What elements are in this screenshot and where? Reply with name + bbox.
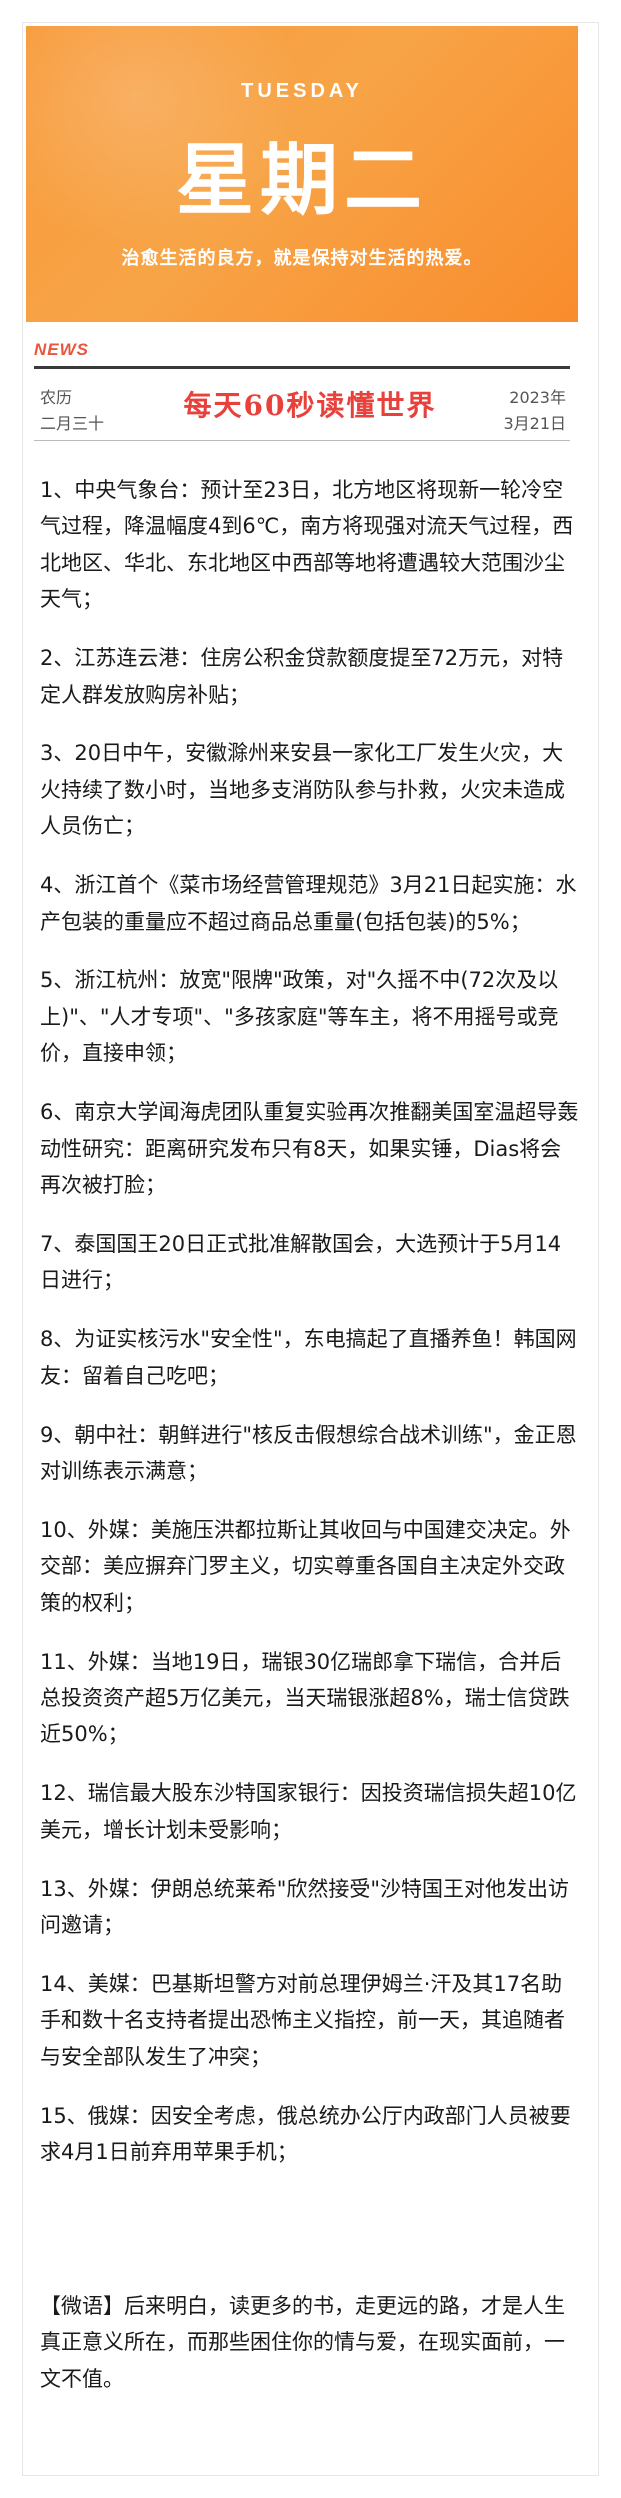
lunar-date-block: 农历 二月三十 (40, 385, 140, 437)
header-rule-bottom (34, 440, 570, 441)
news-item-3: 3、20日中午，安徽滁州来安县一家化工厂发生火灾，大火持续了数小时，当地多支消防… (40, 741, 565, 839)
news-item-10: 10、外媒：美施压洪都拉斯让其收回与中国建交决定。外交部：美应摒弃门罗主义，切实… (40, 1517, 571, 1615)
weekday-english: TUESDAY (241, 80, 363, 102)
news-item-12: 12、瑞信最大股东沙特国家银行：因投资瑞信损失超10亿美元，增长计划未受影响； (40, 1781, 577, 1842)
lunar-date: 二月三十 (40, 414, 105, 433)
header-banner: TUESDAY 星期二 治愈生活的良方，就是保持对生活的热爱。 (26, 26, 578, 322)
news-item-6: 6、南京大学闻海虎团队重复实验再次推翻美国室温超导轰动性研究：距离研究发布只有8… (40, 1100, 579, 1197)
page: TUESDAY 星期二 治愈生活的良方，就是保持对生活的热爱。 NEWS 农历 … (0, 0, 621, 2498)
gregorian-date-block: 2023年 3月21日 (470, 385, 566, 437)
news-item-14: 14、美媒：巴基斯坦警方对前总理伊姆兰·汗及其17名助手和数十名支持者提出恐怖主… (40, 1971, 565, 2069)
news-tag: NEWS (34, 340, 89, 359)
news-item-5: 5、浙江杭州：放宽"限牌"政策，对"久摇不中(72次及以上)"、"人才专项"、"… (40, 968, 559, 1066)
news-item-11: 11、外媒：当地19日，瑞银30亿瑞郎拿下瑞信，合并后总投资资产超5万亿美元，当… (40, 1649, 570, 1747)
news-item-2: 2、江苏连云港：住房公积金贷款额度提至72万元，对特定人群发放购房补贴； (40, 646, 564, 707)
date-year: 2023年 (509, 388, 566, 407)
news-list: 1、中央气象台：预计至23日，北方地区将现新一轮冷空气过程，降温幅度4到6℃，南… (40, 472, 580, 2193)
news-item-8: 8、为证实核污水"安全性"，东电搞起了直播养鱼！韩国网友：留着自己吃吧； (40, 1327, 577, 1388)
weekday-title: 星期二 (175, 136, 428, 226)
masthead-title: 每天60秒读懂世界 (183, 389, 437, 422)
news-item-7: 7、泰国国王20日正式批准解散国会，大选预计于5月14日进行； (40, 1231, 562, 1293)
news-item-9: 9、朝中社：朝鲜进行"核反击假想综合战术训练"，金正恩对训练表示满意； (40, 1422, 577, 1483)
lunar-label: 农历 (40, 388, 73, 407)
closing-quote: 【微语】后来明白，读更多的书，走更远的路，才是人生真正意义所在，而那些困住你的情… (40, 2294, 565, 2391)
news-item-1: 1、中央气象台：预计至23日，北方地区将现新一轮冷空气过程，降温幅度4到6℃，南… (40, 478, 574, 612)
date-month-day: 3月21日 (503, 414, 566, 433)
news-item-13: 13、外媒：伊朗总统莱希"欣然接受"沙特国王对他发出访问邀请； (40, 1876, 570, 1937)
news-item-4: 4、浙江首个《菜市场经营管理规范》3月21日起实施：水产包装的重量应不超过商品总… (40, 873, 577, 934)
news-item-15: 15、俄媒：因安全考虑，俄总统办公厅内政部门人员被要求4月1日前弃用苹果手机； (40, 2103, 571, 2165)
header-rule-top (34, 366, 570, 369)
banner-slogan: 治愈生活的良方，就是保持对生活的热爱。 (121, 248, 483, 269)
